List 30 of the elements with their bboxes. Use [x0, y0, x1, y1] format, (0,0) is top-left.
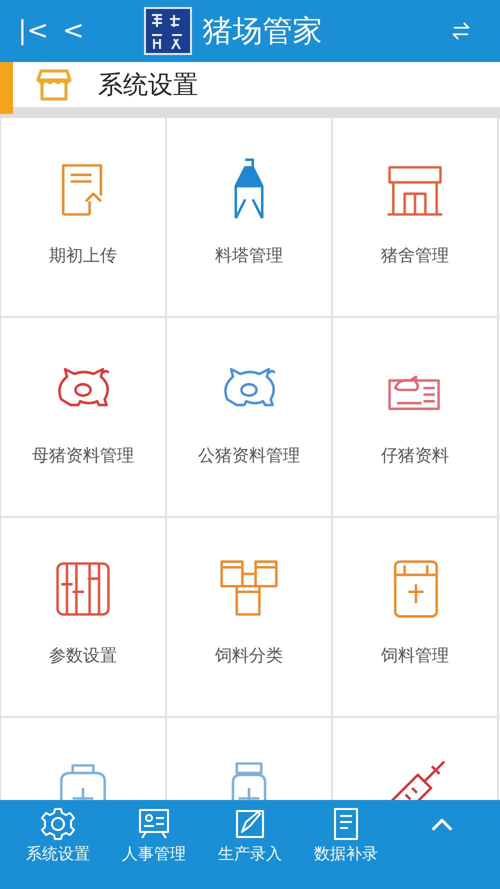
- section-title: 系统设置: [98, 69, 198, 101]
- nav-item[interactable]: 生产录入: [202, 804, 298, 867]
- menu-tile[interactable]: 期初上传: [1, 118, 167, 318]
- app-title: 猪场管家: [202, 12, 322, 50]
- nav-item[interactable]: 数据补录: [298, 804, 394, 867]
- menu-tile[interactable]: 料塔管理: [167, 118, 333, 318]
- menu-tile[interactable]: 猪舍管理: [333, 118, 499, 318]
- caret-up-icon: [430, 818, 454, 832]
- tile-label: 母猪资料管理: [32, 445, 134, 467]
- nav-item[interactable]: 系统设置: [10, 804, 106, 867]
- tile-label: 料塔管理: [215, 245, 283, 267]
- settings-icon: [40, 806, 76, 842]
- menu-tile[interactable]: 仔猪资料: [333, 318, 499, 518]
- menu-tile[interactable]: 饲料分类: [167, 518, 333, 718]
- tile-label: 期初上传: [49, 245, 117, 267]
- nav-item[interactable]: 人事管理: [106, 804, 202, 867]
- back-button[interactable]: <: [58, 16, 88, 46]
- menu-tile[interactable]: 参数设置: [1, 518, 167, 718]
- tile-label: 饲料分类: [215, 645, 283, 667]
- tile-label: 饲料管理: [381, 645, 449, 667]
- tile-label: 猪舍管理: [381, 245, 449, 267]
- menu-tile[interactable]: 母猪资料管理: [1, 318, 167, 518]
- logo-icon: [144, 7, 192, 55]
- accent-stripe: [0, 62, 13, 114]
- tile-label: 仔猪资料: [381, 445, 449, 467]
- first-button[interactable]: |<: [14, 16, 53, 46]
- tile-label: 参数设置: [49, 645, 117, 667]
- menu-tile[interactable]: 饲料管理: [333, 518, 499, 718]
- menu-tile[interactable]: 公猪资料管理: [167, 318, 333, 518]
- tile-label: 公猪资料管理: [198, 445, 300, 467]
